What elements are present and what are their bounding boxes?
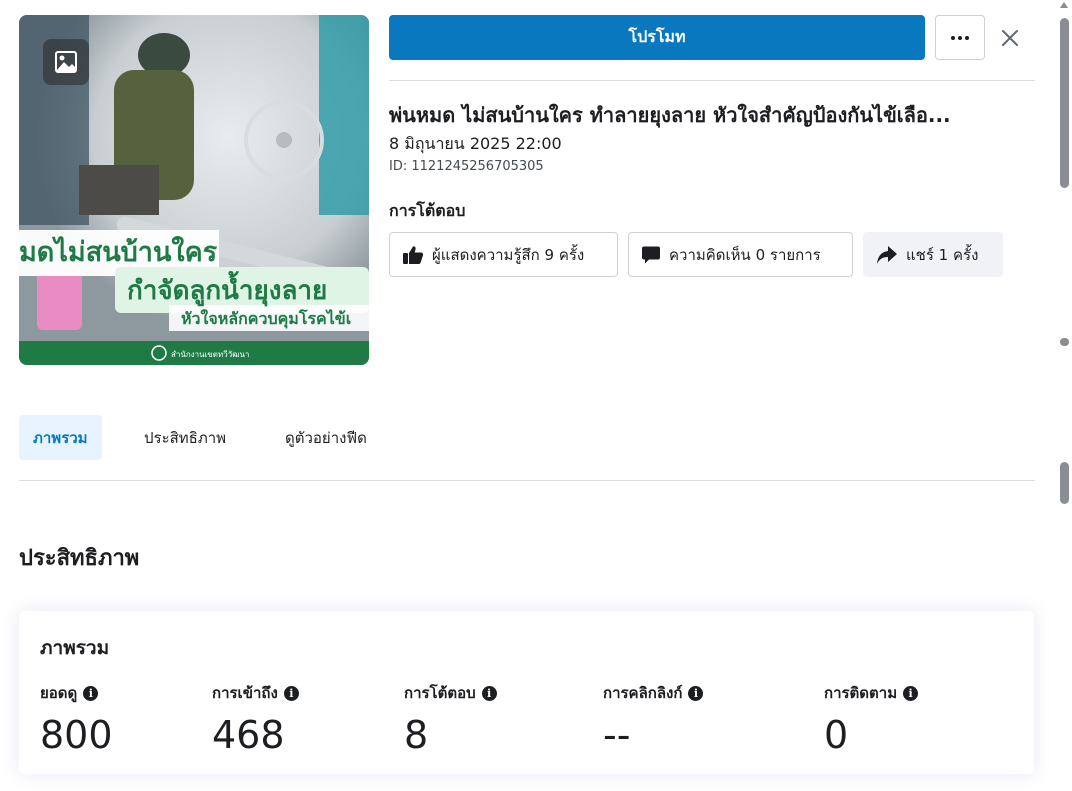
shares-button[interactable]: แชร์ 1 ครั้ง (863, 232, 1003, 277)
metric-reach: การเข้าถึง i 468 (212, 681, 299, 757)
tab-feed-preview[interactable]: ดูตัวอย่างฟีด (271, 415, 381, 460)
performance-section-title: ประสิทธิภาพ (19, 546, 140, 571)
metric-views: ยอดดู i 800 (40, 681, 113, 757)
scroll-up-arrow-icon[interactable] (1060, 2, 1068, 8)
metric-label: การคลิกลิงก์ (603, 684, 683, 702)
metric-engagement: การโต้ตอบ i 8 (404, 681, 497, 757)
comments-count-label: ความคิดเห็น 0 รายการ (669, 245, 821, 264)
metric-value: 0 (824, 713, 849, 757)
overview-card: ภาพรวม ยอดดู i 800 การเข้าถึง i 468 การโต้… (19, 611, 1034, 774)
thumbnail-text-line1: มดไม่สนบ้านใคร (19, 236, 218, 267)
comment-icon (642, 246, 660, 263)
reactions-count-label: ผู้แสดงความรู้สึก 9 ครั้ง (432, 245, 585, 264)
promote-button[interactable]: โปรโมท (389, 15, 925, 60)
shares-count-label: แชร์ 1 ครั้ง (906, 245, 979, 264)
scrollbar-thumb-outer[interactable] (1060, 462, 1069, 504)
more-dots-icon (951, 35, 955, 40)
thumbnail-text-line3: หัวใจหลักควบคุมโรคไข้เ (181, 308, 351, 329)
thumbs-up-icon (403, 245, 424, 264)
divider (389, 80, 1035, 81)
info-icon[interactable]: i (83, 685, 99, 701)
image-icon (43, 39, 89, 85)
metric-value: 800 (40, 713, 113, 757)
metric-follows: การติดตาม i 0 (824, 681, 919, 757)
post-insights-panel: มดไม่สนบ้านใคร กำจัดลูกน้ำยุงลาย หัวใจหล… (0, 0, 1072, 791)
metric-label: การโต้ตอบ (404, 684, 476, 702)
scrollbar-thumb-secondary[interactable] (1060, 338, 1069, 346)
tab-performance[interactable]: ประสิทธิภาพ (130, 415, 240, 460)
engagement-label: การโต้ตอบ (389, 201, 466, 220)
comments-button[interactable]: ความคิดเห็น 0 รายการ (628, 232, 853, 277)
post-date: 8 มิถุนายน 2025 22:00 (389, 134, 562, 153)
post-thumbnail[interactable]: มดไม่สนบ้านใคร กำจัดลูกน้ำยุงลาย หัวใจหล… (19, 15, 369, 365)
overview-card-title: ภาพรวม (40, 637, 110, 659)
info-icon[interactable]: i (481, 685, 497, 701)
thumbnail-text-line2: กำจัดลูกน้ำยุงลาย (127, 270, 327, 307)
divider (19, 480, 1035, 481)
more-options-button[interactable] (935, 15, 985, 60)
metric-label: การติดตาม (824, 684, 898, 702)
info-icon[interactable]: i (283, 685, 299, 701)
metric-link-clicks: การคลิกลิงก์ i -- (603, 681, 704, 757)
share-arrow-icon (877, 245, 897, 264)
post-id: ID: 1121245256705305 (389, 159, 544, 174)
metric-value: -- (603, 713, 631, 757)
metric-value: 468 (212, 713, 285, 757)
metric-label: การเข้าถึง (212, 684, 278, 702)
tab-overview[interactable]: ภาพรวม (19, 415, 102, 460)
metric-value: 8 (404, 713, 429, 757)
info-icon[interactable]: i (903, 685, 919, 701)
reactions-button[interactable]: ผู้แสดงความรู้สึก 9 ครั้ง (389, 232, 618, 277)
metric-label: ยอดดู (40, 684, 78, 702)
thumbnail-footer-text: สำนักงานเขตทวีวัฒนา (171, 350, 249, 359)
post-title: พ่นหมด ไม่สนบ้านใคร ทำลายยุงลาย หัวใจสำค… (389, 103, 951, 127)
scrollbar-thumb[interactable] (1060, 18, 1069, 188)
info-icon[interactable]: i (688, 685, 704, 701)
close-icon[interactable] (996, 24, 1024, 52)
